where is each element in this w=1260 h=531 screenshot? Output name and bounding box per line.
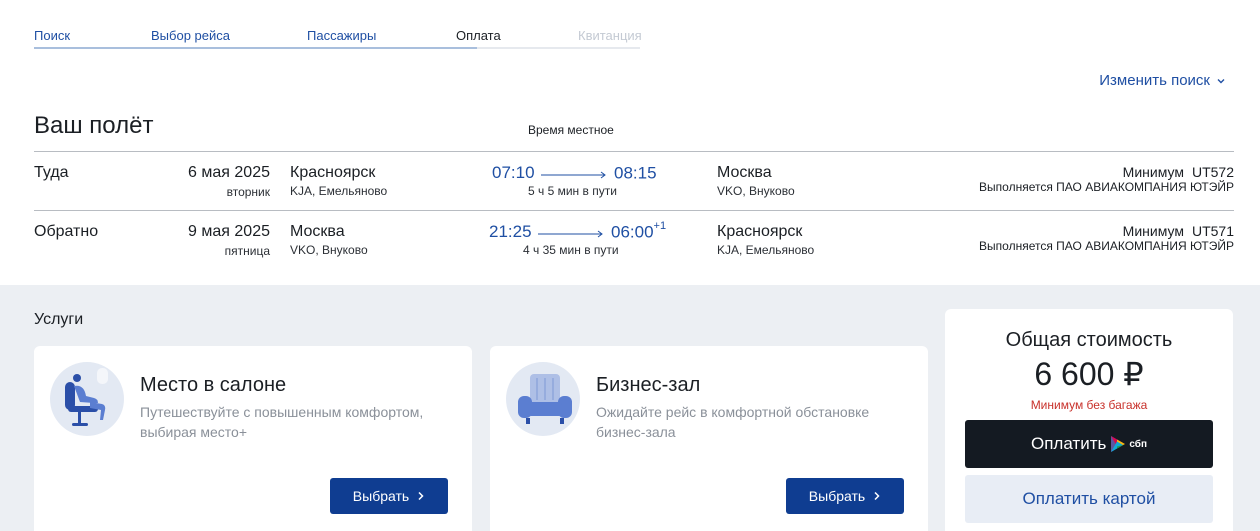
flight-row-outbound: Туда 6 мая 2025 вторник Красноярск KJA, … <box>34 152 1234 210</box>
service-title: Место в салоне <box>140 374 287 396</box>
chevron-down-icon <box>1217 78 1225 83</box>
total-cost-label: Общая стоимость <box>1005 329 1173 351</box>
tariff-and-flight: Минимум UT572 <box>1123 164 1234 180</box>
flight-row-return: Обратно 9 мая 2025 пятница Москва VKO, В… <box>34 211 1234 269</box>
select-button-label: Выбрать <box>808 488 866 504</box>
seat-icon <box>50 362 124 436</box>
select-button-label: Выбрать <box>352 488 410 504</box>
flight-direction: Обратно <box>34 223 99 240</box>
step-flight-selection[interactable]: Выбор рейса <box>151 28 230 43</box>
change-search-link[interactable]: Изменить поиск <box>1099 72 1226 89</box>
arrival-airport: VKO, Внуково <box>717 184 795 198</box>
pay-sbp-button[interactable]: Оплатить сбп <box>965 420 1213 468</box>
operator: Выполняется ПАО АВИАКОМПАНИЯ ЮТЭЙР <box>979 180 1234 194</box>
arrival-city: Москва <box>717 164 772 181</box>
total-price: 6 600 ₽ <box>1034 356 1144 392</box>
steps-progress-line <box>34 47 640 49</box>
pay-card-button[interactable]: Оплатить картой <box>965 475 1213 523</box>
departure-airport: KJA, Емельяново <box>290 184 388 198</box>
arrow-right-icon <box>538 230 603 238</box>
departure-city: Москва <box>290 223 345 240</box>
chevron-right-icon <box>874 491 880 501</box>
sbp-logo-icon: сбп <box>1110 435 1147 453</box>
fare-note: Минимум без багажа <box>1030 398 1148 412</box>
arrival-airport: KJA, Емельяново <box>717 243 815 257</box>
services-heading: Услуги <box>34 311 84 328</box>
departure-airport: VKO, Внуково <box>290 243 368 257</box>
flight-weekday: вторник <box>226 185 270 199</box>
operator: Выполняется ПАО АВИАКОМПАНИЯ ЮТЭЙР <box>979 239 1234 253</box>
service-title: Бизнес-зал <box>596 374 701 396</box>
step-passengers[interactable]: Пассажиры <box>307 28 376 43</box>
local-time-note: Время местное <box>528 123 614 137</box>
flight-duration: 4 ч 35 мин в пути <box>523 243 619 257</box>
steps-progress-fill <box>34 47 477 49</box>
tariff-and-flight: Минимум UT571 <box>1123 223 1234 239</box>
arrival-time: 06:00+1 <box>611 220 667 242</box>
arrival-time: 08:15 <box>614 163 657 183</box>
flight-date: 6 мая 2025 <box>188 164 270 181</box>
arrival-city: Красноярск <box>717 223 803 240</box>
tariff-name: Минимум <box>1122 164 1184 180</box>
total-cost-panel: Общая стоимость 6 600 ₽ Минимум без бага… <box>945 309 1233 531</box>
departure-time: 21:25 <box>489 222 532 241</box>
service-card-lounge: Бизнес-зал Ожидайте рейс в комфортной об… <box>490 346 928 531</box>
departure-time: 07:10 <box>492 163 535 182</box>
departure-city: Красноярск <box>290 164 376 181</box>
step-search[interactable]: Поиск <box>34 28 70 43</box>
armchair-icon <box>506 362 580 436</box>
flight-direction: Туда <box>34 164 69 181</box>
flight-number: UT572 <box>1191 164 1234 180</box>
step-receipt: Квитанция <box>578 28 642 43</box>
service-description: Ожидайте рейс в комфортной обстановке би… <box>596 404 870 440</box>
tariff-name: Минимум <box>1122 223 1184 239</box>
service-card-seat: Место в салоне Путешествуйте с повышенны… <box>34 346 472 531</box>
progress-steps: Поиск Выбор рейса Пассажиры Оплата Квита… <box>34 28 642 50</box>
chevron-right-icon <box>418 491 424 501</box>
flight-weekday: пятница <box>224 244 270 258</box>
select-seat-button[interactable]: Выбрать <box>330 478 448 514</box>
page-title: Ваш полёт <box>34 112 154 139</box>
arrow-right-icon <box>541 171 606 179</box>
select-lounge-button[interactable]: Выбрать <box>786 478 904 514</box>
pay-sbp-label: Оплатить <box>1030 434 1107 453</box>
change-search-label: Изменить поиск <box>1099 72 1210 89</box>
flight-date: 9 мая 2025 <box>188 223 270 240</box>
flight-duration: 5 ч 5 мин в пути <box>528 184 617 198</box>
flight-number: UT571 <box>1191 223 1234 239</box>
service-description: Путешествуйте с повышенным комфортом, вы… <box>140 404 424 440</box>
step-payment: Оплата <box>456 28 501 43</box>
